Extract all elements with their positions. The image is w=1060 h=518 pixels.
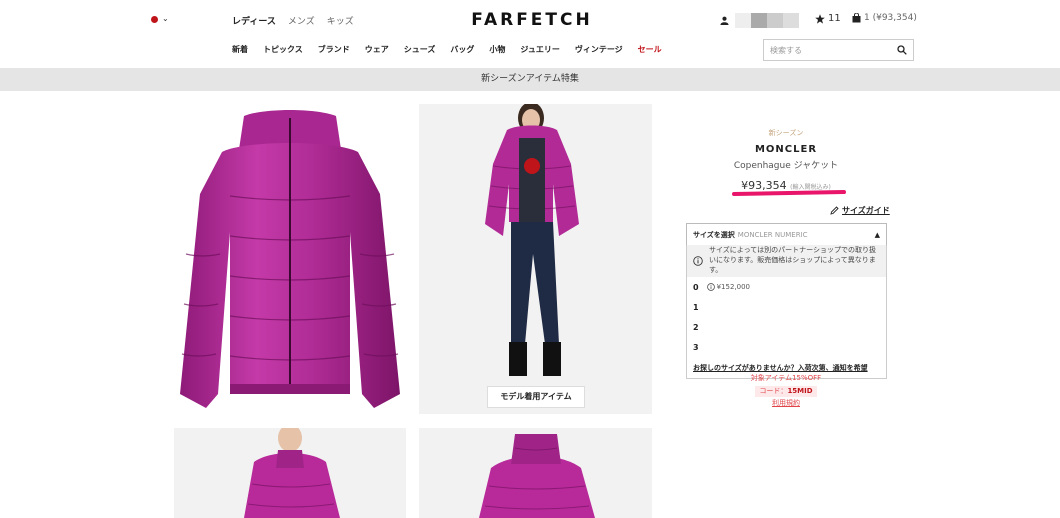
- chevron-down-icon: ⌄: [162, 14, 169, 23]
- user-icon[interactable]: [720, 16, 729, 25]
- alt-price: ¥152,000: [706, 283, 750, 291]
- promo-code-box: コード：15MID: [755, 386, 817, 398]
- size-guide-label: サイズガイド: [842, 206, 890, 215]
- price: ¥93,354: [741, 179, 787, 192]
- product-info: 新シーズン MONCLER Copenhague ジャケット ¥93,354 (…: [686, 128, 886, 192]
- model-wearing-jacket-image: [419, 104, 652, 414]
- promo-code-label: コード：: [759, 387, 788, 396]
- nav-new-in[interactable]: 新着: [232, 44, 248, 55]
- size-guide-link[interactable]: サイズガイド: [830, 205, 890, 216]
- size-option-label: 1: [693, 302, 699, 312]
- size-select[interactable]: サイズを選択 MONCLER NUMERIC ▲: [686, 223, 887, 246]
- brand-name[interactable]: MONCLER: [686, 144, 886, 155]
- account-name-blurred: [735, 13, 799, 28]
- site-header: ⌄ レディース メンズ キッズ FARFETCH 11 1 (¥93,354) …: [0, 0, 1060, 68]
- terms-link[interactable]: 利用規約: [736, 398, 836, 409]
- promo-text: 対象アイテム15%OFF: [750, 374, 822, 382]
- size-select-label: サイズを選択: [693, 230, 735, 239]
- notify-me-link[interactable]: お探しのサイズがありませんか？入荷次第、通知を希望: [693, 363, 868, 373]
- nav-topics[interactable]: トピックス: [263, 44, 303, 55]
- nav-bags[interactable]: バッグ: [450, 44, 474, 55]
- tab-mens[interactable]: メンズ: [288, 14, 315, 27]
- info-icon: [706, 283, 715, 291]
- shopping-bag-icon: [852, 13, 861, 23]
- size-dropdown: サイズによっては別のパートナーショップでの取り扱いになります。販売価格はショップ…: [686, 245, 887, 379]
- main-nav: 新着 トピックス ブランド ウェア シューズ バッグ 小物 ジュエリー ヴィンテ…: [232, 44, 677, 55]
- size-option-2[interactable]: 2: [687, 317, 886, 337]
- nav-clothing[interactable]: ウェア: [365, 44, 389, 55]
- size-option-0[interactable]: 0 ¥152,000: [687, 277, 886, 297]
- gender-tabs: レディース メンズ キッズ: [232, 14, 354, 27]
- search-icon[interactable]: [897, 45, 907, 55]
- new-season-badge: 新シーズン: [768, 129, 804, 137]
- info-icon: [693, 256, 703, 266]
- promo-code: 15MID: [787, 387, 813, 396]
- product-name: Copenhague ジャケット: [733, 161, 839, 171]
- size-notice: サイズによっては別のパートナーショップでの取り扱いになります。販売価格はショップ…: [687, 245, 886, 277]
- japan-flag-icon: [151, 15, 158, 23]
- ruler-pencil-icon: [830, 206, 839, 215]
- bag-button[interactable]: 1 (¥93,354): [852, 13, 917, 23]
- jacket-front-image: [180, 110, 400, 408]
- size-scale: MONCLER NUMERIC: [737, 230, 808, 239]
- promo-banner[interactable]: 新シーズンアイテム特集: [0, 68, 1060, 91]
- star-icon: [815, 13, 825, 24]
- nav-jewelry[interactable]: ジュエリー: [520, 44, 559, 55]
- product-image-front[interactable]: [174, 104, 406, 414]
- bag-summary: 1 (¥93,354): [864, 13, 917, 23]
- promo-block: 対象アイテム15%OFF コード：15MID 利用規約: [736, 373, 836, 410]
- size-option-label: 3: [693, 342, 699, 352]
- size-option-1[interactable]: 1: [687, 297, 886, 317]
- account-area[interactable]: [720, 13, 799, 28]
- nav-sale[interactable]: セール: [638, 44, 662, 55]
- farfetch-logo[interactable]: FARFETCH: [470, 10, 594, 30]
- nav-brands[interactable]: ブランド: [318, 44, 350, 55]
- product-image-back[interactable]: [419, 428, 652, 518]
- wishlist-button[interactable]: 11: [815, 13, 841, 24]
- nav-accessories[interactable]: 小物: [489, 44, 505, 55]
- nav-vintage[interactable]: ヴィンテージ: [575, 44, 623, 55]
- size-option-label: 2: [693, 322, 699, 332]
- alt-price-value: ¥152,000: [716, 283, 750, 291]
- jacket-closeup-front-image: [174, 428, 406, 518]
- highlight-annotation: [731, 190, 847, 196]
- size-notice-text: サイズによっては別のパートナーショップでの取り扱いになります。販売価格はショップ…: [709, 246, 876, 274]
- product-image-front-model[interactable]: [174, 428, 406, 518]
- caret-up-icon: ▲: [874, 230, 880, 239]
- wishlist-count: 11: [828, 13, 841, 24]
- nav-shoes[interactable]: シューズ: [404, 44, 436, 55]
- size-option-3[interactable]: 3: [687, 337, 886, 357]
- jacket-back-image: [419, 428, 652, 518]
- size-option-label: 0: [693, 282, 699, 292]
- tab-womens[interactable]: レディース: [232, 14, 276, 27]
- search-input[interactable]: [770, 45, 897, 55]
- model-wearing-button[interactable]: モデル着用アイテム: [487, 386, 585, 408]
- country-selector[interactable]: ⌄: [151, 15, 169, 23]
- search-box[interactable]: [763, 39, 914, 61]
- product-image-model[interactable]: [419, 104, 652, 414]
- tab-kids[interactable]: キッズ: [327, 14, 354, 27]
